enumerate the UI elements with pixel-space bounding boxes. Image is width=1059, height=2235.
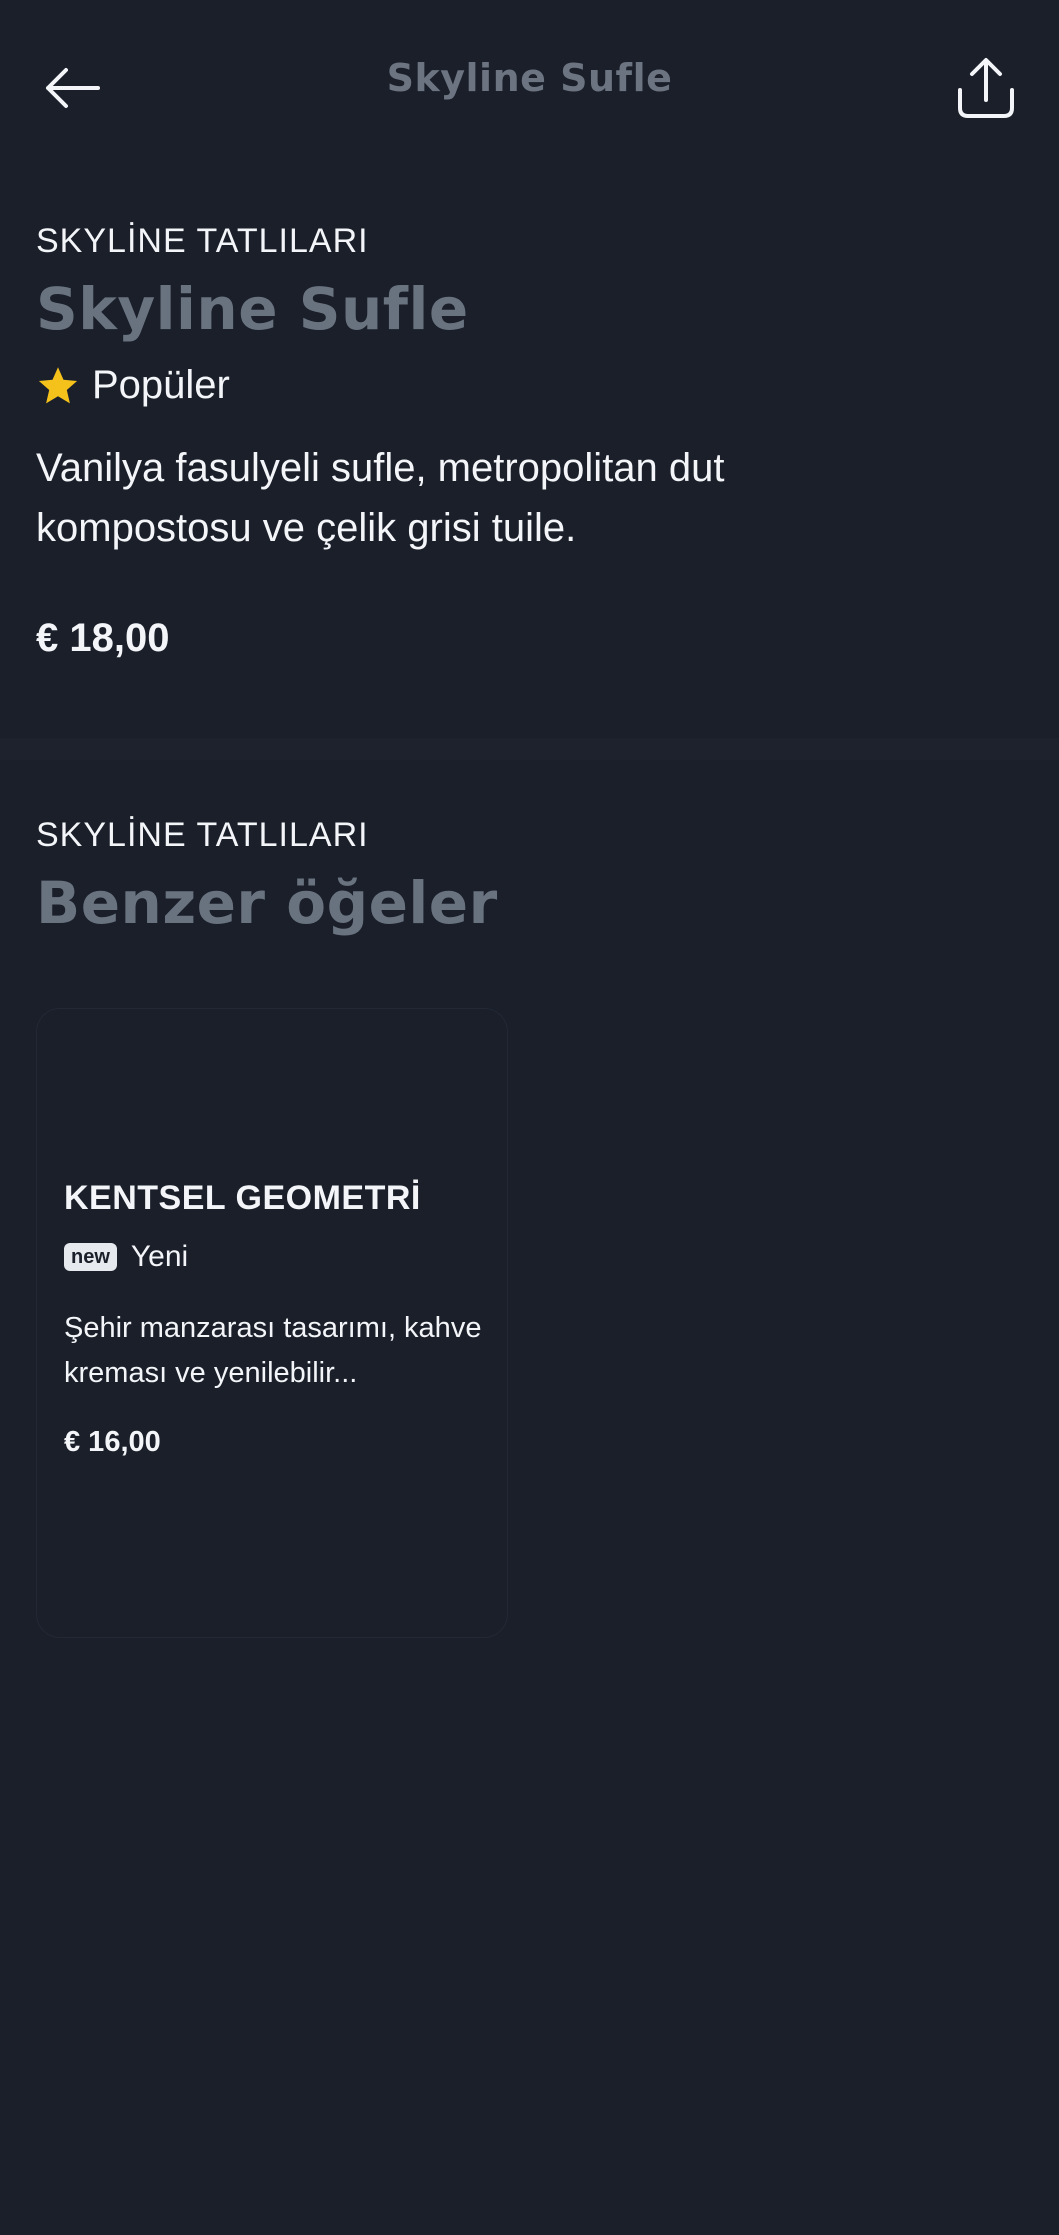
star-icon bbox=[38, 366, 78, 403]
share-icon bbox=[958, 58, 1014, 118]
popular-badge: Popüler bbox=[36, 363, 1023, 408]
section-divider bbox=[0, 738, 1059, 760]
similar-item-title: KENTSEL GEOMETRİ bbox=[64, 1179, 421, 1217]
new-badge: new Yeni bbox=[64, 1240, 489, 1274]
similar-item-price: € 16,00 bbox=[64, 1426, 161, 1458]
similar-item-card[interactable]: KENTSEL GEOMETRİ new Yeni Şehir manzaras… bbox=[36, 1008, 508, 1638]
new-badge-label: Yeni bbox=[130, 1240, 189, 1273]
back-button[interactable] bbox=[36, 52, 108, 124]
item-details: SKYLİNE TATLILARI Skyline Sufle Popüler … bbox=[36, 222, 1023, 661]
similar-section: SKYLİNE TATLILARI Benzer öğeler bbox=[36, 816, 1023, 937]
top-bar: Skyline Sufle bbox=[0, 0, 1059, 170]
item-title: Skyline Sufle bbox=[36, 275, 469, 343]
arrow-left-icon bbox=[46, 68, 100, 108]
item-category: SKYLİNE TATLILARI bbox=[36, 222, 369, 260]
badge-label: Popüler bbox=[92, 363, 230, 407]
new-tag: new bbox=[64, 1243, 117, 1271]
similar-item-description: Şehir manzarası tasarımı, kahve kreması … bbox=[64, 1312, 482, 1389]
similar-category: SKYLİNE TATLILARI bbox=[36, 816, 369, 854]
header-title: Skyline Sufle bbox=[386, 56, 673, 100]
share-button[interactable] bbox=[948, 48, 1024, 128]
similar-title: Benzer öğeler bbox=[36, 869, 498, 937]
item-price: € 18,00 bbox=[36, 616, 170, 660]
item-description: Vanilya fasulyeli sufle, metropolitan du… bbox=[36, 446, 725, 550]
